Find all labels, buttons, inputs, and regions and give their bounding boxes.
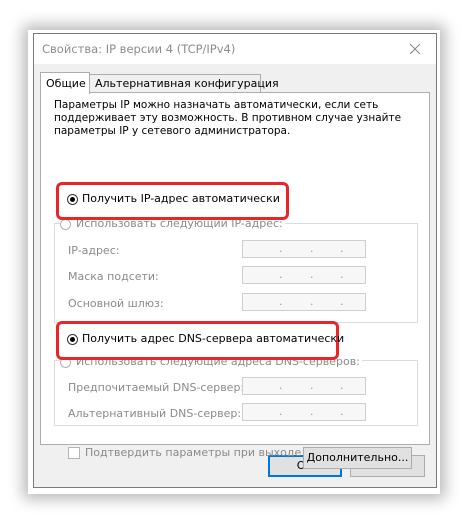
validate-on-exit-checkbox[interactable] — [68, 447, 80, 459]
validate-on-exit-label: Подтвердить параметры при выходе — [85, 446, 302, 459]
tab-general-label: Общие — [46, 77, 86, 90]
preferred-dns-label: Предпочитаемый DNS-сервер: — [68, 381, 245, 394]
ip-address-field[interactable]: ... — [242, 240, 366, 258]
default-gateway-field[interactable]: ... — [242, 293, 366, 311]
ip-address-label: IP-адрес: — [68, 244, 120, 257]
title-bar[interactable]: Свойства: IP версии 4 (TCP/IPv4) — [34, 34, 436, 64]
preferred-dns-field[interactable]: ... — [242, 377, 366, 395]
ip-auto-highlight: Получить IP-адрес автоматически — [56, 182, 289, 220]
general-tab-panel: Параметры IP можно назначать автоматичес… — [40, 92, 430, 469]
ip-auto-radio[interactable] — [67, 194, 78, 205]
dns-auto-highlight: Получить адрес DNS-сервера автоматически — [56, 321, 344, 360]
subnet-mask-label: Маска подсети: — [68, 270, 159, 283]
ip-auto-label[interactable]: Получить IP-адрес автоматически — [82, 192, 280, 205]
description-text: Параметры IP можно назначать автоматичес… — [54, 99, 402, 137]
close-icon — [410, 44, 420, 54]
alternate-dns-label: Альтернативный DNS-сервер: — [68, 407, 242, 420]
tab-alternate-config[interactable]: Альтернативная конфигурация — [89, 74, 279, 93]
alternate-dns-field[interactable]: ... — [242, 403, 366, 421]
tab-alternate-config-label: Альтернативная конфигурация — [95, 77, 279, 90]
tab-general[interactable]: Общие — [40, 72, 90, 94]
properties-dialog: Свойства: IP версии 4 (TCP/IPv4) Общие А… — [33, 33, 437, 488]
default-gateway-label: Основной шлюз: — [68, 297, 164, 310]
dns-auto-radio[interactable] — [67, 334, 78, 345]
ip-manual-radio[interactable] — [60, 219, 71, 230]
advanced-button[interactable]: Дополнительно... — [303, 447, 412, 469]
close-button[interactable] — [394, 34, 436, 64]
window-title: Свойства: IP версии 4 (TCP/IPv4) — [42, 42, 236, 56]
dns-auto-label[interactable]: Получить адрес DNS-сервера автоматически — [82, 332, 344, 345]
subnet-mask-field[interactable]: ... — [242, 266, 366, 284]
